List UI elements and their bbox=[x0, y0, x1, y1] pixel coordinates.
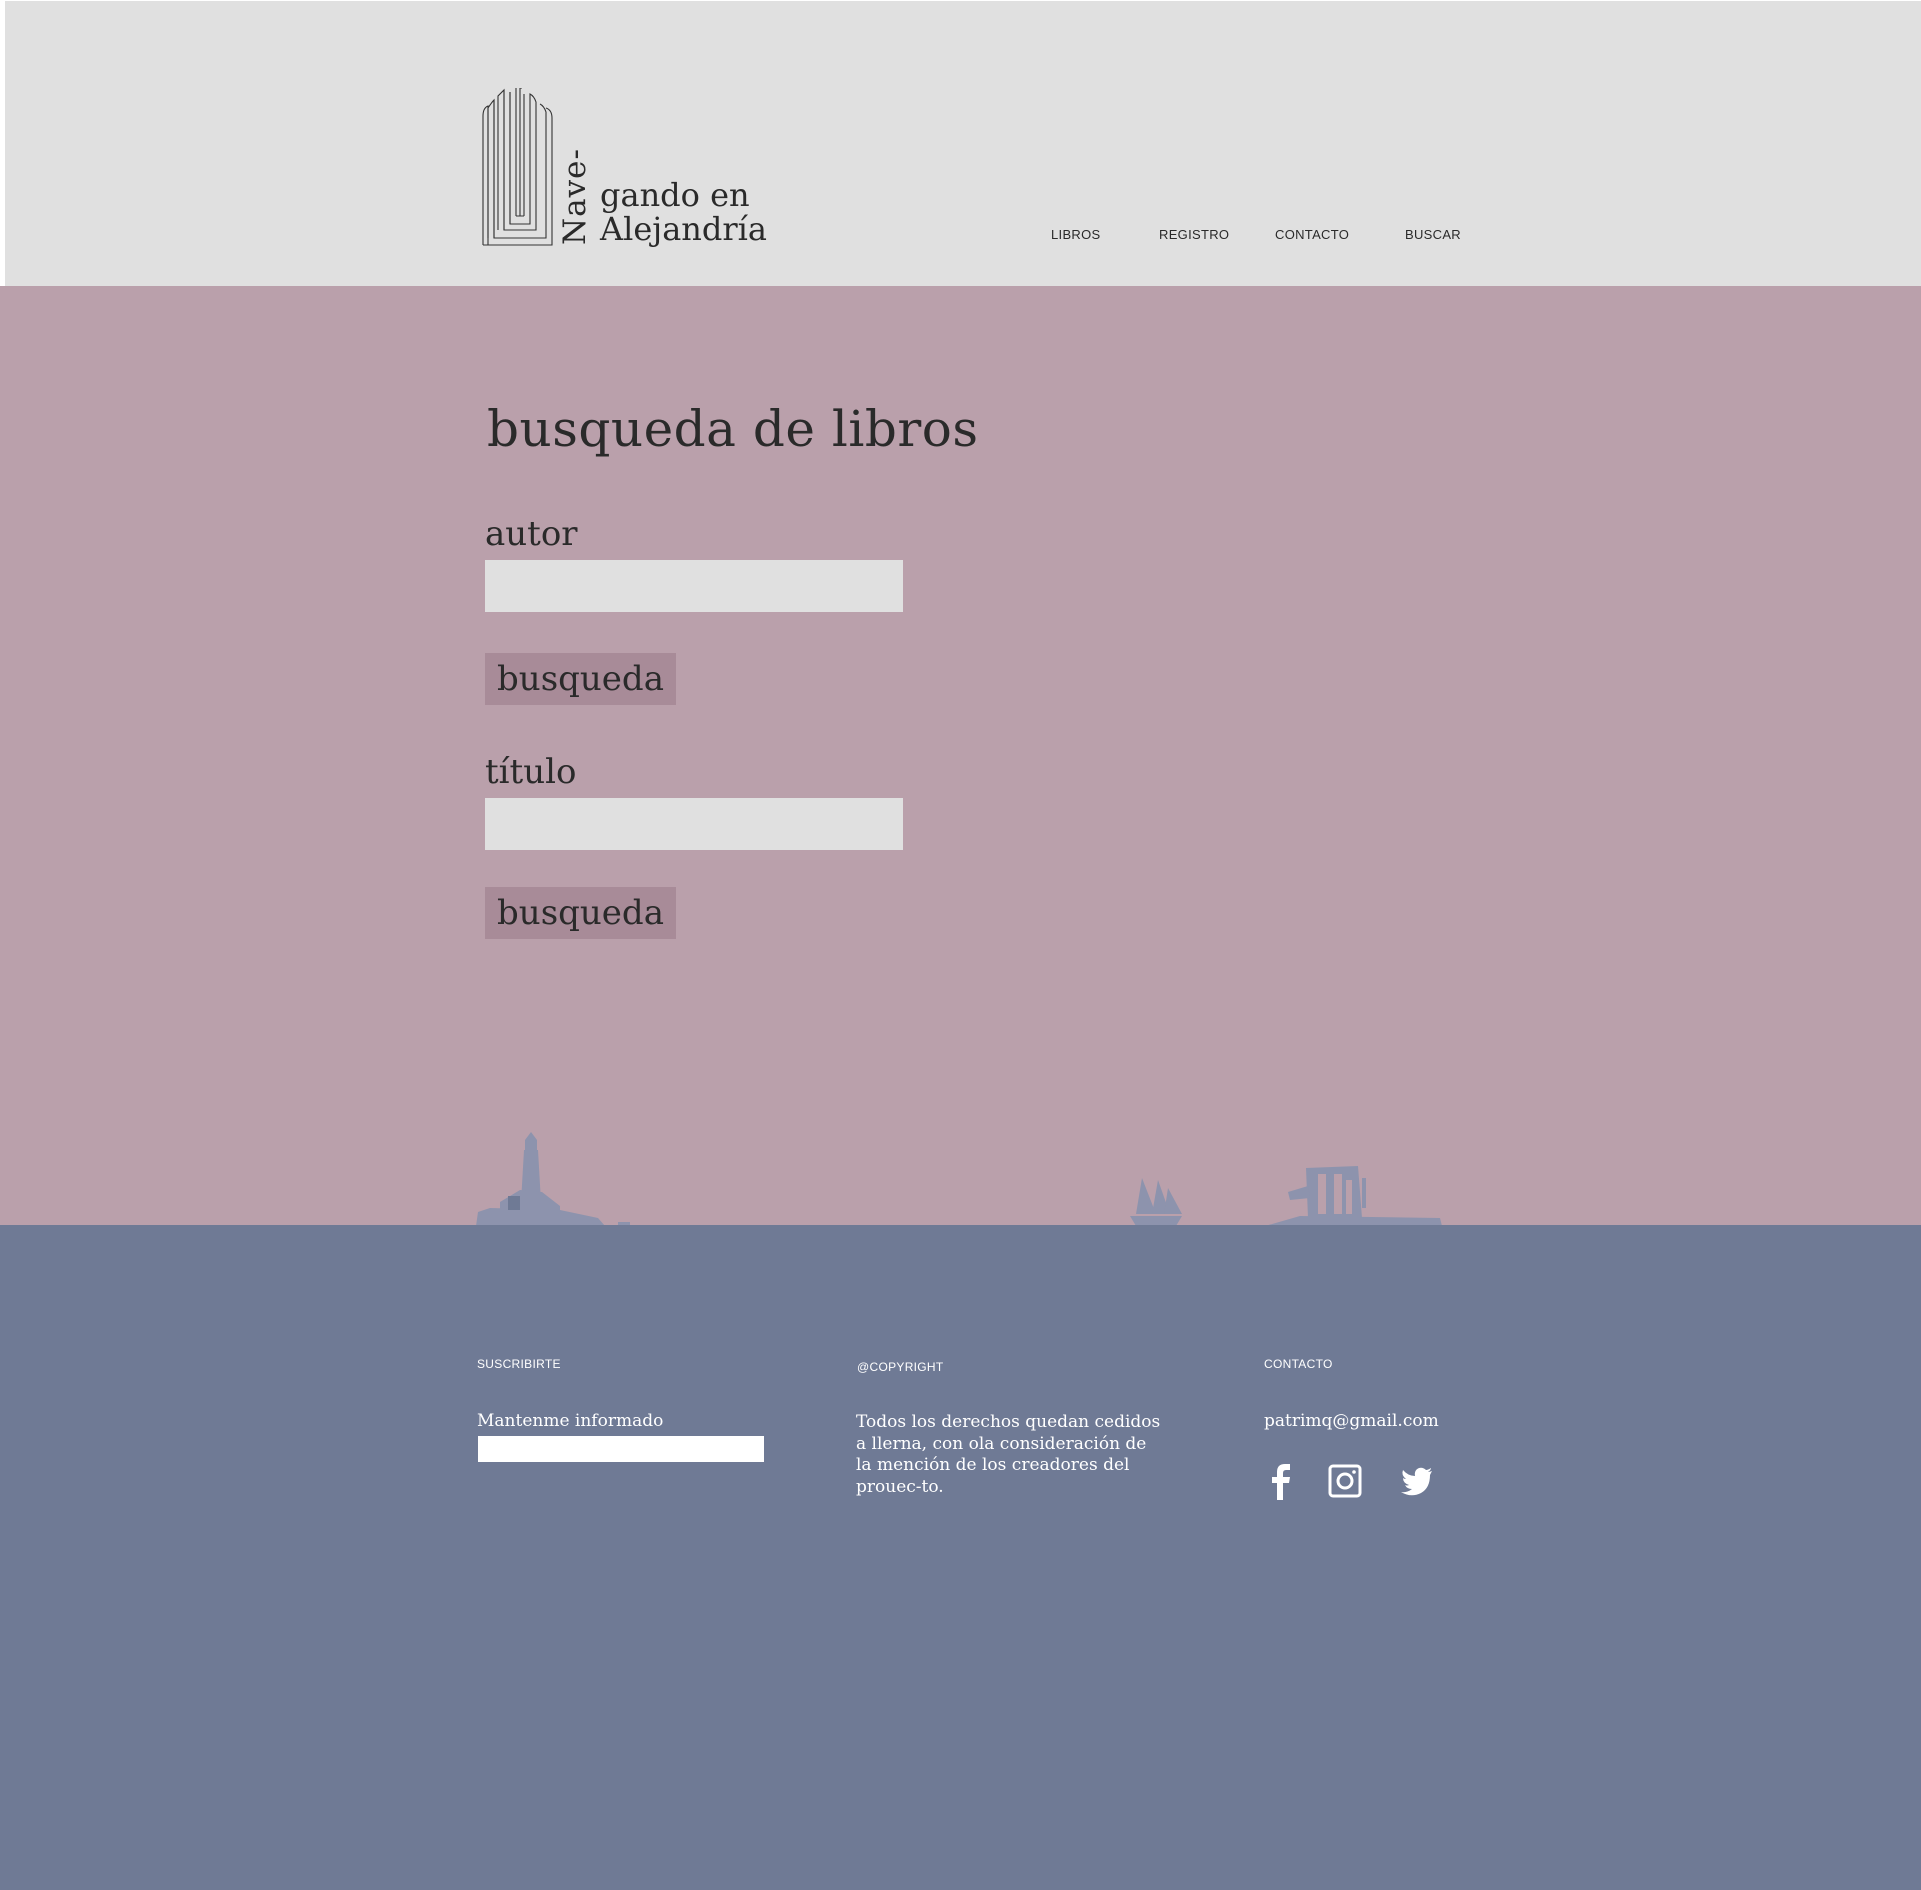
site-footer bbox=[0, 1225, 1921, 1890]
title-input[interactable] bbox=[485, 798, 903, 850]
contact-heading: CONTACTO bbox=[1264, 1357, 1333, 1371]
nav-buscar[interactable]: BUSCAR bbox=[1405, 227, 1461, 242]
logo-icon[interactable] bbox=[482, 88, 554, 246]
facebook-icon[interactable] bbox=[1262, 1462, 1296, 1500]
author-search-button[interactable]: busqueda bbox=[485, 653, 676, 705]
ship-icon bbox=[1130, 1178, 1182, 1226]
contact-email[interactable]: patrimq@gmail.com bbox=[1264, 1411, 1439, 1431]
nav-contacto[interactable]: CONTACTO bbox=[1275, 227, 1349, 242]
title-search-button[interactable]: busqueda bbox=[485, 887, 676, 939]
subscribe-label: Mantenme informado bbox=[477, 1411, 664, 1431]
newsletter-email-input[interactable] bbox=[478, 1436, 764, 1462]
twitter-icon[interactable] bbox=[1400, 1462, 1434, 1500]
nav-libros[interactable]: LIBROS bbox=[1051, 227, 1100, 242]
copyright-text: Todos los derechos quedan cedidos a ller… bbox=[856, 1412, 1161, 1497]
subscribe-heading: SUSCRIBIRTE bbox=[477, 1357, 561, 1371]
logo-vertical-word: Nave- bbox=[557, 148, 593, 245]
site-header bbox=[5, 1, 1921, 286]
logo-text-line1: gando en bbox=[600, 176, 750, 214]
author-input[interactable] bbox=[485, 560, 903, 612]
author-label: autor bbox=[485, 514, 578, 554]
page-title: busqueda de libros bbox=[487, 400, 979, 458]
ruins-icon bbox=[1265, 1166, 1442, 1226]
title-label: título bbox=[485, 752, 577, 792]
nav-registro[interactable]: REGISTRO bbox=[1159, 227, 1229, 242]
copyright-heading: @COPYRIGHT bbox=[857, 1360, 944, 1374]
skyline-illustration bbox=[476, 1132, 1442, 1226]
lighthouse-icon bbox=[476, 1132, 630, 1226]
instagram-icon[interactable] bbox=[1328, 1462, 1362, 1500]
logo-text-line2: Alejandría bbox=[600, 210, 767, 248]
